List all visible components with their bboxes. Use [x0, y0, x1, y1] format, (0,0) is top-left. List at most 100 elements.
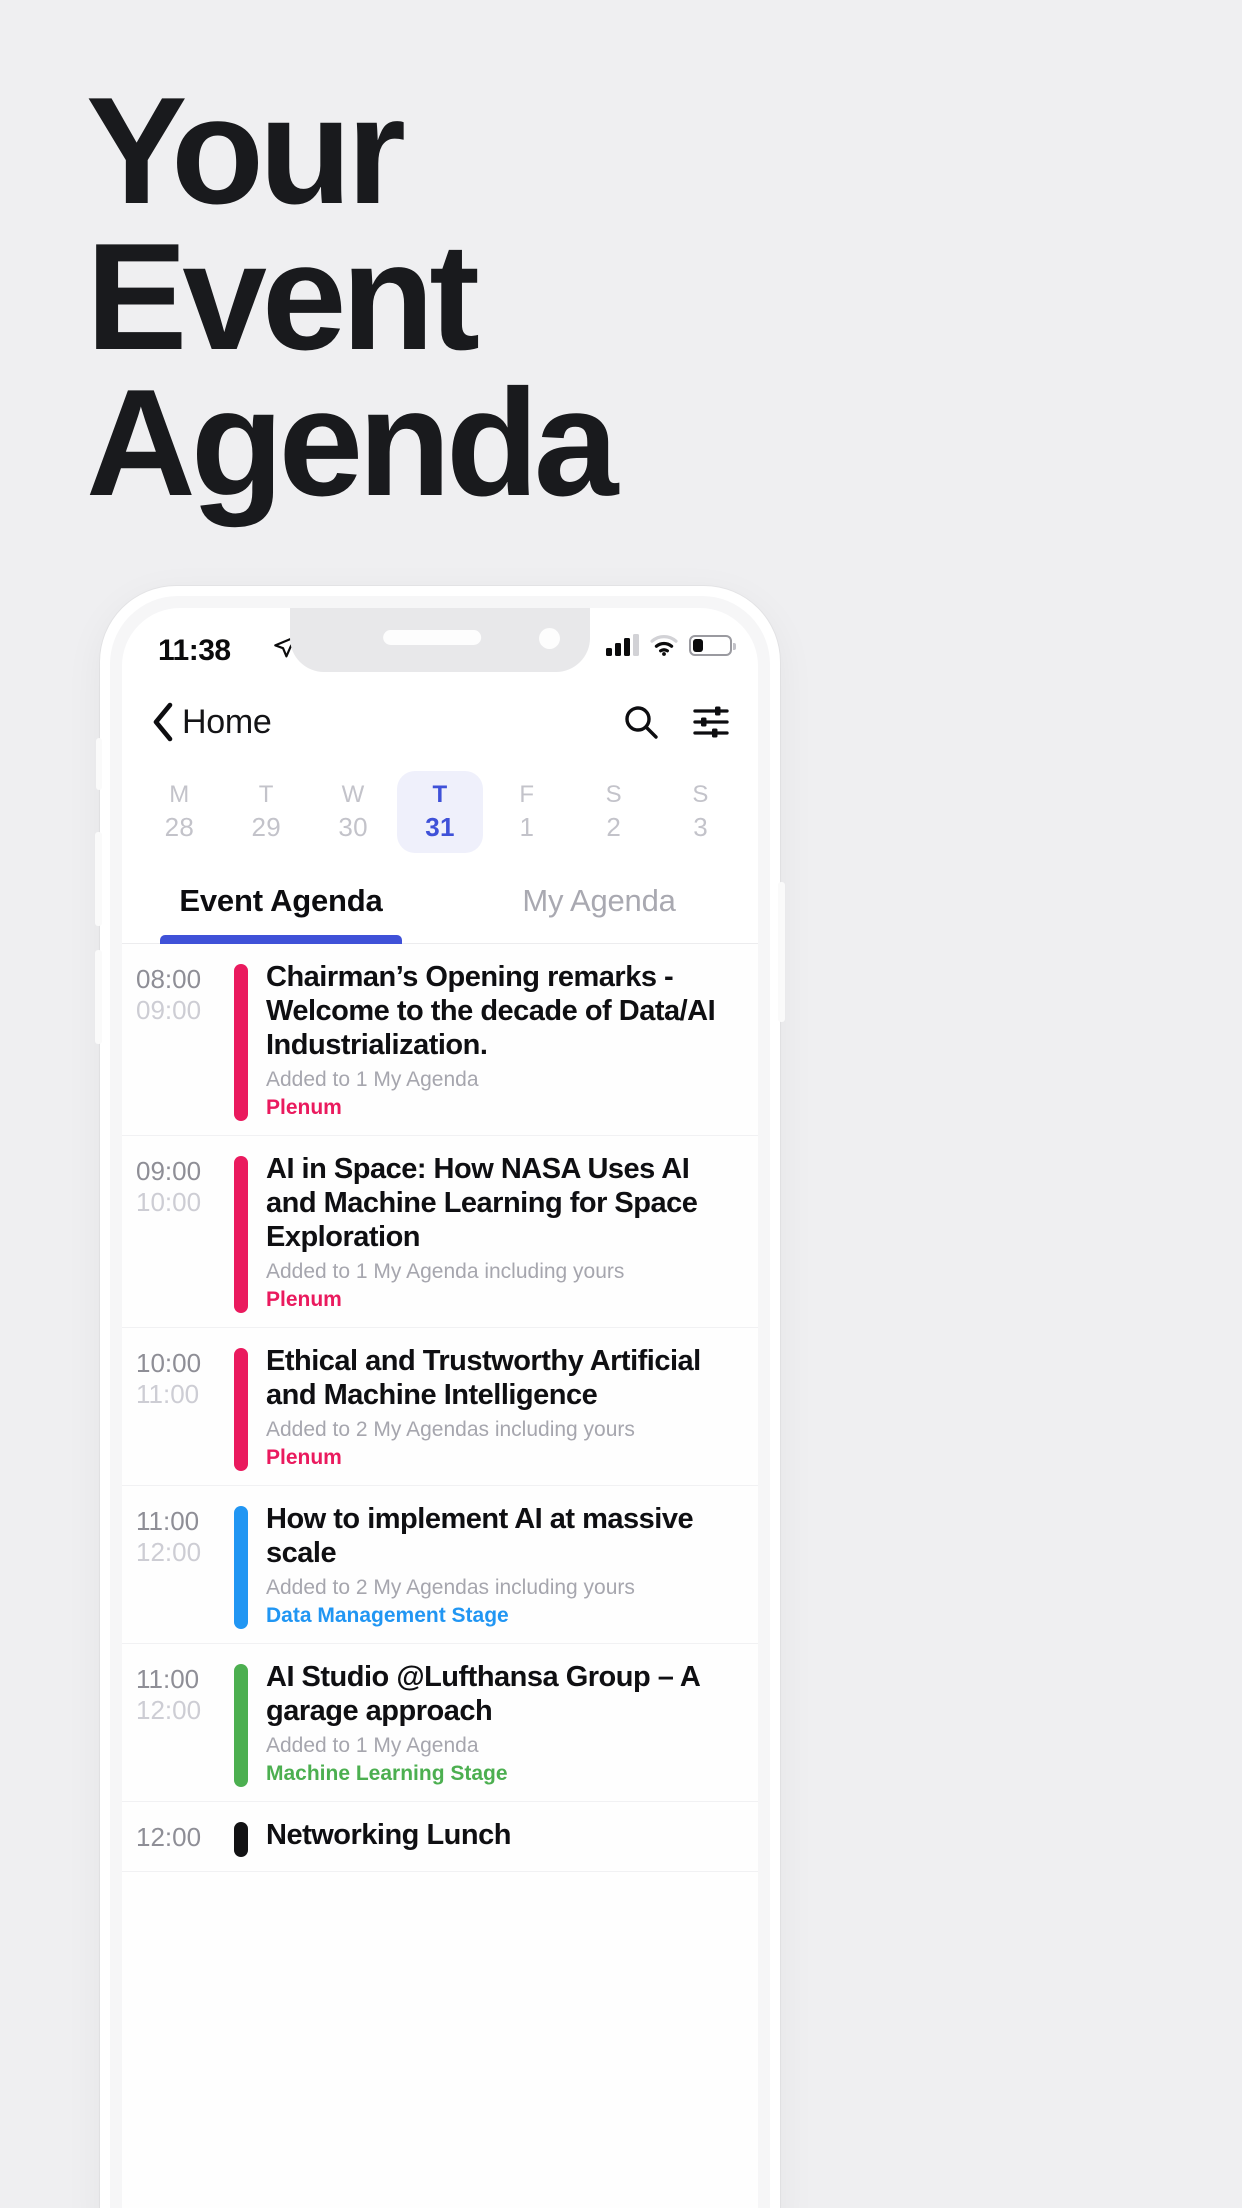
- date-cell-number: 2: [606, 812, 622, 842]
- agenda-item-color-bar: [234, 1822, 248, 1857]
- status-time: 11:38: [158, 634, 231, 667]
- agenda-item-added-count: Added to 2 My Agendas including yours: [266, 1576, 635, 1599]
- date-cell-number: 29: [251, 812, 282, 842]
- battery-icon: [689, 634, 736, 656]
- app-navbar: Home: [122, 678, 758, 766]
- agenda-item-times: 08:00 09:00: [136, 960, 228, 1121]
- date-cell-2[interactable]: S2: [570, 771, 657, 853]
- agenda-list[interactable]: 08:00 09:00 Chairman’s Opening remarks - W…: [122, 944, 758, 2208]
- agenda-item-times: 10:00 11:00: [136, 1344, 228, 1471]
- agenda-item-end-time: 09:00: [136, 995, 202, 1025]
- phone-screen: 11:38 Home M 28 T 29 W 30 T 31 F 1 S 2 S…: [122, 608, 758, 2208]
- agenda-item-color-bar: [234, 1156, 248, 1313]
- phone-mute-switch[interactable]: [96, 738, 102, 790]
- agenda-item-stage: Plenum: [266, 1446, 342, 1469]
- agenda-item[interactable]: 11:00 12:00 AI Studio @Lufthansa Group – A…: [122, 1644, 758, 1802]
- tab-event-agenda[interactable]: Event Agenda: [122, 858, 440, 944]
- status-indicators: [606, 634, 736, 656]
- agenda-item-stage: Plenum: [266, 1288, 342, 1311]
- agenda-item-stage: Machine Learning Stage: [266, 1762, 508, 1785]
- date-cell-number: 30: [338, 812, 368, 842]
- agenda-item-color-bar: [234, 1664, 248, 1787]
- phone-volume-up-button[interactable]: [95, 832, 102, 926]
- headline-line-1: Your: [86, 66, 406, 236]
- headline-line-3: Agenda: [86, 358, 618, 528]
- date-cell-number: 28: [164, 812, 195, 842]
- page-title: Your Event Agenda: [86, 66, 1086, 528]
- agenda-item-start-time: 12:00: [136, 1822, 202, 1852]
- phone-power-button[interactable]: [778, 882, 785, 1022]
- date-cell-number: 3: [693, 812, 708, 842]
- date-cell-weekday: S: [605, 781, 622, 808]
- date-cell-number: 1: [519, 812, 535, 842]
- cellular-signal-icon: [606, 634, 639, 656]
- agenda-item-color-bar: [234, 964, 248, 1121]
- agenda-item-stage: Plenum: [266, 1096, 342, 1119]
- agenda-item-start-time: 11:00: [136, 1506, 200, 1536]
- agenda-item[interactable]: 09:00 10:00 AI in Space: How NASA Uses AI …: [122, 1136, 758, 1328]
- agenda-item-title: AI Studio @Lufthansa Group – A garage ap…: [266, 1661, 700, 1727]
- agenda-item-body: Networking Lunch: [266, 1818, 734, 1857]
- week-date-picker: M 28 T 29 W 30 T 31 F 1 S 2 S 3: [122, 766, 758, 858]
- search-icon[interactable]: [622, 703, 660, 741]
- agenda-item-end-time: 12:00: [136, 1537, 202, 1567]
- date-cell-3[interactable]: S3: [657, 771, 744, 853]
- date-cell-weekday: T: [258, 781, 274, 808]
- back-button-label: Home: [182, 702, 272, 741]
- agenda-item-body: Chairman’s Opening remarks - Welcome to …: [266, 960, 734, 1121]
- agenda-item-added-count: Added to 1 My Agenda including yours: [266, 1260, 625, 1283]
- agenda-item-body: AI Studio @Lufthansa Group – A garage ap…: [266, 1660, 734, 1787]
- phone-mockup: 11:38 Home M 28 T 29 W 30 T 31 F 1 S 2 S…: [95, 586, 785, 2208]
- date-cell-weekday: T: [432, 781, 448, 808]
- headline-line-2: Event: [86, 212, 480, 382]
- agenda-item-start-time: 08:00: [136, 964, 202, 994]
- agenda-item-added-count: Added to 1 My Agenda: [266, 1734, 479, 1757]
- agenda-item-body: Ethical and Trustworthy Artificial and M…: [266, 1344, 734, 1471]
- navbar-actions: [622, 703, 730, 741]
- phone-volume-down-button[interactable]: [95, 950, 102, 1044]
- agenda-item-times: 12:00: [136, 1818, 228, 1857]
- agenda-item-start-time: 09:00: [136, 1156, 202, 1186]
- filter-sliders-icon[interactable]: [692, 703, 730, 741]
- agenda-item[interactable]: 08:00 09:00 Chairman’s Opening remarks - W…: [122, 944, 758, 1136]
- agenda-item-color-bar: [234, 1506, 248, 1629]
- agenda-item-title: Ethical and Trustworthy Artificial and M…: [266, 1345, 701, 1411]
- date-cell-number: 31: [425, 812, 455, 842]
- wifi-icon: [650, 634, 678, 656]
- earpiece-speaker-icon: [383, 630, 482, 645]
- agenda-item-start-time: 10:00: [136, 1348, 202, 1378]
- date-cell-31[interactable]: T 31: [396, 771, 484, 853]
- date-cell-28[interactable]: M 28: [136, 771, 223, 853]
- agenda-item[interactable]: 10:00 11:00 Ethical and Trustworthy Artifi…: [122, 1328, 758, 1486]
- agenda-item-added-count: Added to 2 My Agendas including yours: [266, 1418, 635, 1441]
- agenda-item-start-time: 11:00: [136, 1664, 200, 1694]
- date-cell-weekday: M: [169, 781, 190, 808]
- poster-root: Your Event Agenda 11:38 Home M 28 T 29 W…: [0, 0, 1242, 2208]
- front-camera-icon: [539, 628, 560, 649]
- agenda-item-times: 11:00 12:00: [136, 1502, 228, 1629]
- agenda-item-end-time: 12:00: [136, 1695, 202, 1725]
- phone-notch: [290, 608, 590, 672]
- agenda-item[interactable]: 11:00 12:00 How to implement AI at massive…: [122, 1486, 758, 1644]
- agenda-item-body: How to implement AI at massive scale Adde…: [266, 1502, 734, 1629]
- date-cell-1[interactable]: F1: [483, 771, 570, 853]
- agenda-item-title: Chairman’s Opening remarks - Welcome to …: [266, 961, 716, 1061]
- date-cell-weekday: W: [341, 781, 365, 808]
- agenda-item-title: How to implement AI at massive scale: [266, 1503, 694, 1569]
- date-cell-30[interactable]: W 30: [310, 771, 397, 853]
- tab-my-agenda[interactable]: My Agenda: [440, 858, 758, 943]
- agenda-item[interactable]: 12:00 Networking Lunch: [122, 1802, 758, 1872]
- agenda-item-added-count: Added to 1 My Agenda: [266, 1068, 479, 1091]
- chevron-left-icon: [150, 701, 176, 743]
- agenda-item-body: AI in Space: How NASA Uses AI and Machin…: [266, 1152, 734, 1313]
- agenda-item-times: 11:00 12:00: [136, 1660, 228, 1787]
- agenda-item-stage: Data Management Stage: [266, 1604, 509, 1627]
- agenda-item-end-time: 11:00: [136, 1379, 200, 1409]
- date-cell-weekday: S: [692, 781, 709, 808]
- agenda-item-end-time: 10:00: [136, 1187, 202, 1217]
- agenda-item-times: 09:00 10:00: [136, 1152, 228, 1313]
- back-button[interactable]: Home: [150, 701, 272, 743]
- agenda-item-title: AI in Space: How NASA Uses AI and Machin…: [266, 1153, 698, 1253]
- agenda-item-color-bar: [234, 1348, 248, 1471]
- date-cell-29[interactable]: T 29: [223, 771, 310, 853]
